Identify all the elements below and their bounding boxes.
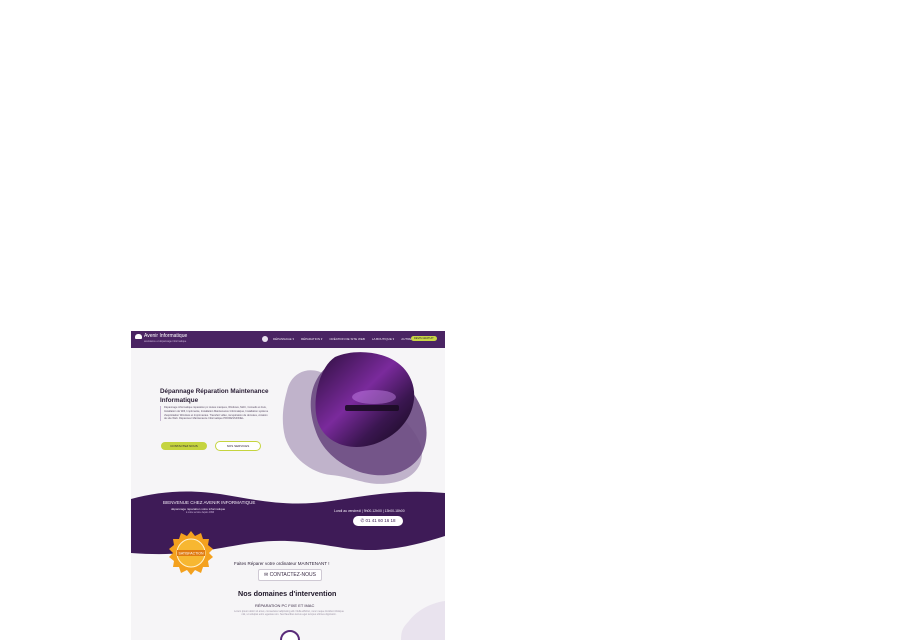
nos-services-button[interactable]: NOS SERVICES (215, 441, 261, 451)
hero-description: Dépannage informatique réparation pc tou… (160, 406, 270, 422)
phone-button[interactable]: ✆ 01 41 60 16 18 (353, 516, 403, 526)
contactez-nous-button[interactable]: CONTACTEZ NOUS (161, 442, 207, 450)
contact-label: CONTACTEZ-NOUS (269, 572, 316, 578)
nav-item-boutique[interactable]: LA BOUTIQUE ▾ (372, 337, 394, 341)
hero-title: Dépannage Réparation Maintenance Informa… (160, 388, 269, 404)
welcome-since: à votre service depuis 1996 (186, 512, 215, 514)
logo-icon (135, 334, 142, 339)
logo[interactable]: Avenir Informatique (135, 334, 187, 339)
repair-description: Lorem ipsum dolor sit amet, consectetur … (234, 610, 344, 617)
opening-hours: Lundi au vendredi | 9h00-12h00 | 13h00-1… (334, 509, 405, 513)
nav-item-depannage[interactable]: DÉPANNAGE ▾ (273, 337, 294, 341)
contactez-nous-secondary-button[interactable]: ✉ CONTACTEZ-NOUS (258, 569, 322, 581)
navbar: Avenir Informatique assistance et dépann… (131, 331, 445, 348)
nav-item-reparation[interactable]: RÉPARATION ▾ (301, 337, 322, 341)
welcome-subtitle: dépannage réparation votre informatique (171, 507, 226, 511)
badge-label: SATISFACTION (178, 552, 203, 556)
logo-text: Avenir Informatique (144, 333, 188, 339)
repair-title: RÉPARATION PC FIXE ET IMAC (255, 603, 315, 608)
devis-gratuit-button[interactable]: DEVIS GRATUIT (411, 336, 437, 341)
website-screenshot: Avenir Informatique assistance et dépann… (131, 331, 445, 640)
welcome-title: BIENVENUE CHEZ AVENIR INFORMATIQUE (163, 500, 256, 505)
logo-tagline: assistance et dépannage informatique (144, 340, 187, 343)
nav-menu: DÉPANNAGE ▾ RÉPARATION ▾ CRÉATION DE SIT… (273, 337, 432, 341)
nav-item-creation-site[interactable]: CRÉATION DE SITE WEB (329, 337, 364, 341)
satisfaction-badge-icon: SATISFACTION (169, 531, 213, 575)
repair-now-text: Faites Réparer votre ordinateur MAINTENA… (234, 561, 330, 566)
home-icon[interactable] (262, 336, 268, 342)
phone-number: 01 41 60 16 18 (365, 518, 396, 523)
domains-title: Nos domaines d'intervention (238, 589, 337, 598)
